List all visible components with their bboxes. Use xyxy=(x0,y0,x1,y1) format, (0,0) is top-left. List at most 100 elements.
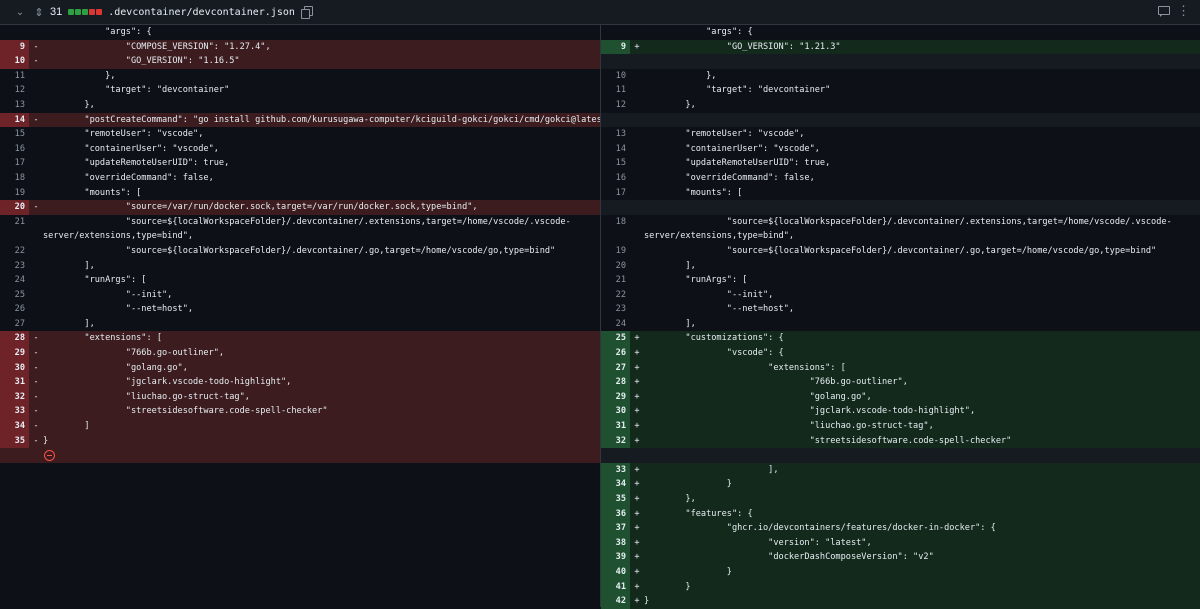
line-number[interactable]: 34 xyxy=(601,477,630,492)
line-number[interactable]: 27 xyxy=(601,360,630,376)
line-number[interactable]: 34 xyxy=(0,419,29,434)
line-number[interactable]: 33 xyxy=(601,462,630,478)
line-number[interactable] xyxy=(601,54,630,69)
line-number[interactable] xyxy=(601,229,630,244)
line-number[interactable] xyxy=(601,113,630,128)
line-number[interactable]: 27 xyxy=(0,317,29,332)
line-number[interactable]: 40 xyxy=(601,564,630,580)
right-diff-line: 17 "mounts": [ xyxy=(601,186,1200,201)
line-number[interactable]: 38 xyxy=(601,535,630,551)
diff-marker: - xyxy=(33,202,39,213)
line-number[interactable]: 26 xyxy=(601,346,630,361)
line-number[interactable]: 31 xyxy=(0,375,29,390)
file-path[interactable]: .devcontainer/devcontainer.json xyxy=(108,7,295,18)
line-number[interactable]: 11 xyxy=(601,83,630,98)
line-number[interactable]: 23 xyxy=(0,259,29,274)
line-number[interactable]: 9 xyxy=(0,39,29,55)
line-number[interactable]: 12 xyxy=(601,98,630,113)
line-number[interactable] xyxy=(601,448,630,463)
line-number[interactable]: 11 xyxy=(0,69,29,84)
line-number[interactable]: 26 xyxy=(0,302,29,317)
line-number[interactable]: 19 xyxy=(0,186,29,201)
line-number[interactable]: 10 xyxy=(601,69,630,84)
diffstat-block xyxy=(96,9,103,15)
line-number[interactable]: 23 xyxy=(601,302,630,317)
line-number[interactable]: 17 xyxy=(0,156,29,171)
line-number[interactable]: 13 xyxy=(0,98,29,113)
expand-all-icon[interactable]: ⇕ xyxy=(32,6,46,19)
line-number[interactable]: 28 xyxy=(0,331,29,347)
line-number[interactable]: 32 xyxy=(0,389,29,405)
line-number[interactable]: 12 xyxy=(0,83,29,98)
line-number[interactable]: 9 xyxy=(601,39,630,55)
line-number[interactable]: 41 xyxy=(601,579,630,595)
diff-marker: - xyxy=(33,435,39,446)
line-number[interactable]: 33 xyxy=(0,404,29,420)
line-number[interactable]: 28 xyxy=(601,375,630,390)
line-number[interactable] xyxy=(601,25,630,40)
file-header: ⌄ ⇕ 31 .devcontainer/devcontainer.json ⋮ xyxy=(0,0,1200,25)
line-number[interactable]: 25 xyxy=(601,331,630,347)
line-number[interactable]: 31 xyxy=(601,419,630,434)
chevron-down-icon[interactable]: ⌄ xyxy=(14,7,26,18)
code-text: "args": { xyxy=(644,27,753,37)
code-text: "liuchao.go-struct-tag", xyxy=(43,391,250,402)
right-diff-line: 28 + "766b.go-outliner", xyxy=(601,375,1200,390)
diff-marker: + xyxy=(634,435,640,446)
code-text: "dockerDashComposeVersion": "v2" xyxy=(644,552,934,563)
line-number[interactable]: 15 xyxy=(601,156,630,171)
line-number[interactable]: 35 xyxy=(0,433,29,449)
copy-icon[interactable] xyxy=(300,6,313,19)
kebab-menu-icon[interactable]: ⋮ xyxy=(1177,3,1190,19)
diff-marker xyxy=(630,83,644,98)
line-number[interactable]: 25 xyxy=(0,288,29,303)
line-number[interactable]: 19 xyxy=(601,244,630,259)
line-number[interactable]: 10 xyxy=(0,54,29,69)
diff-marker: + xyxy=(634,508,640,519)
line-number[interactable]: 13 xyxy=(601,127,630,142)
line-number[interactable]: 24 xyxy=(0,273,29,288)
code-text: "target": "devcontainer" xyxy=(644,85,831,96)
diff-marker xyxy=(630,215,644,230)
line-number[interactable]: 29 xyxy=(0,346,29,361)
line-number[interactable]: 14 xyxy=(601,142,630,157)
line-number[interactable]: 15 xyxy=(0,127,29,142)
line-number[interactable]: 16 xyxy=(601,171,630,186)
code-text: "overrideCommand": false, xyxy=(644,172,815,183)
line-number[interactable]: 32 xyxy=(601,433,630,449)
line-number[interactable]: 21 xyxy=(601,273,630,288)
line-number[interactable]: 18 xyxy=(601,215,630,230)
line-number[interactable]: 36 xyxy=(601,506,630,522)
line-number[interactable]: 42 xyxy=(601,594,630,609)
line-number[interactable]: 21 xyxy=(0,215,29,230)
code-text: "extensions": [ xyxy=(43,333,162,344)
line-number[interactable]: 20 xyxy=(0,200,29,215)
line-number[interactable]: 17 xyxy=(601,186,630,201)
code-text: } xyxy=(43,435,49,446)
comment-icon[interactable] xyxy=(1158,6,1170,17)
line-number[interactable]: 16 xyxy=(0,142,29,157)
left-diff-line: 32- "liuchao.go-struct-tag", xyxy=(0,389,600,405)
diff-marker: + xyxy=(634,537,640,548)
line-number[interactable]: 14 xyxy=(0,112,29,128)
line-number[interactable]: 30 xyxy=(601,404,630,420)
line-number[interactable]: 30 xyxy=(0,360,29,376)
line-number[interactable]: 22 xyxy=(601,288,630,303)
line-number[interactable]: 35 xyxy=(601,492,630,507)
line-number[interactable]: 29 xyxy=(601,389,630,405)
line-number[interactable] xyxy=(0,229,29,244)
diff-marker xyxy=(29,142,43,157)
line-number[interactable]: 24 xyxy=(601,317,630,332)
line-number[interactable]: 18 xyxy=(0,171,29,186)
line-number[interactable]: 37 xyxy=(601,521,630,536)
left-diff-line: 23 ], xyxy=(0,259,600,274)
diff-marker: + xyxy=(634,348,640,359)
line-number[interactable] xyxy=(601,200,630,215)
line-number[interactable]: 22 xyxy=(0,244,29,259)
minus-circle-icon[interactable] xyxy=(44,450,55,462)
diff-marker: - xyxy=(33,391,39,402)
line-number[interactable]: 20 xyxy=(601,259,630,274)
line-number[interactable] xyxy=(0,25,29,40)
line-number[interactable]: 39 xyxy=(601,550,630,565)
left-diff-line: 27 ], xyxy=(0,317,600,332)
